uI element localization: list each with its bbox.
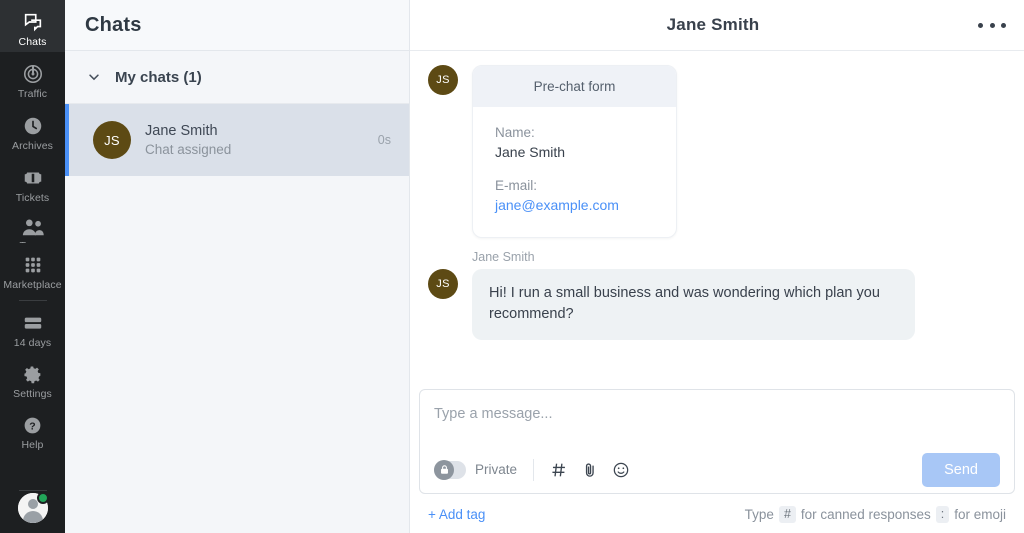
message-thread: JS Pre-chat form Name: Jane Smith E-mail…: [410, 51, 1024, 389]
message-row: JS Hi! I run a small business and was wo…: [410, 269, 1024, 340]
message-bubble: Hi! I run a small business and was wonde…: [472, 269, 915, 340]
prechat-field-label: E-mail:: [495, 178, 654, 193]
list-item[interactable]: JS Jane Smith Chat assigned 0s: [65, 104, 409, 176]
conversation-title: Jane Smith: [428, 15, 978, 35]
composer-wrapper: Type a message... Private: [410, 389, 1024, 533]
chat-list-header: Chats: [65, 0, 409, 51]
list-item-meta: Jane Smith Chat assigned: [145, 123, 378, 157]
message-input-placeholder[interactable]: Type a message...: [434, 406, 552, 422]
add-tag-button[interactable]: + Add tag: [428, 507, 485, 522]
dot: [990, 23, 995, 28]
prechat-form-card: Pre-chat form Name: Jane Smith E-mail: j…: [472, 65, 677, 238]
composer: Type a message... Private: [419, 389, 1015, 494]
rail-item-marketplace[interactable]: Marketplace: [0, 243, 65, 295]
rail-label-settings: Settings: [13, 388, 52, 400]
billing-card-icon: [22, 314, 44, 334]
toolbar-divider: [533, 459, 534, 481]
rail-label-marketplace: Marketplace: [3, 279, 61, 291]
chat-group-label: My chats (1): [115, 69, 202, 86]
rail-item-settings[interactable]: Settings: [0, 353, 65, 404]
avatar: JS: [428, 269, 458, 299]
question-mark-icon: ?: [22, 415, 43, 436]
rail-item-tickets[interactable]: Tickets: [0, 156, 65, 208]
team-people-icon: [21, 217, 45, 237]
canned-responses-icon[interactable]: [550, 461, 568, 479]
marketplace-grid-icon: [22, 254, 44, 276]
rail-label-archives: Archives: [12, 140, 53, 152]
list-item-timestamp: 0s: [378, 133, 391, 147]
chats-icon: [22, 11, 44, 33]
rail-profile-area: [0, 485, 65, 533]
prechat-email-link[interactable]: jane@example.com: [495, 197, 654, 213]
attachment-icon[interactable]: [581, 461, 599, 479]
prechat-field-email: E-mail: jane@example.com: [495, 178, 654, 213]
rail-item-trial[interactable]: 14 days: [0, 303, 65, 353]
hint-middle: for canned responses: [801, 507, 931, 522]
rail-item-help[interactable]: ? Help: [0, 404, 65, 455]
private-mode-label: Private: [475, 462, 517, 477]
rail-divider-2: [19, 490, 47, 491]
message-input-area[interactable]: Type a message...: [434, 390, 1000, 446]
message-sender-name: Jane Smith: [472, 250, 1024, 264]
dot: [1001, 23, 1006, 28]
emoji-icon[interactable]: [612, 461, 630, 479]
prechat-field-value: Jane Smith: [495, 144, 654, 160]
svg-text:?: ?: [29, 421, 35, 433]
chat-group-my-chats[interactable]: My chats (1): [65, 51, 409, 104]
chat-list-panel: Chats My chats (1) JS Jane Smith Chat as…: [65, 0, 410, 533]
ellipsis-icon[interactable]: [978, 14, 1006, 36]
rail-label-traffic: Traffic: [18, 88, 47, 100]
archives-clock-icon: [22, 115, 44, 137]
composer-toolbar: Private: [434, 446, 1000, 493]
avatar[interactable]: [18, 493, 48, 523]
prechat-form-body: Name: Jane Smith E-mail: jane@example.co…: [473, 107, 676, 237]
chevron-down-icon[interactable]: [87, 70, 101, 84]
live-chat-app: Chats Traffic Archives: [0, 0, 1024, 533]
toggle-track: [434, 461, 466, 479]
hint-prefix: Type: [745, 507, 774, 522]
prechat-field-name: Name: Jane Smith: [495, 125, 654, 160]
rail-label-trial: 14 days: [14, 337, 51, 349]
left-nav-rail: Chats Traffic Archives: [0, 0, 65, 533]
prechat-form-message: JS Pre-chat form Name: Jane Smith E-mail…: [410, 65, 1024, 238]
traffic-icon: [22, 63, 44, 85]
list-item-status: Chat assigned: [145, 142, 378, 157]
avatar: JS: [93, 121, 131, 159]
dot: [978, 23, 983, 28]
rail-label-chats: Chats: [19, 36, 47, 48]
lock-icon: [434, 460, 454, 480]
gear-icon: [22, 364, 43, 385]
hint-key-canned: #: [779, 506, 796, 523]
hint-key-emoji: :: [936, 506, 949, 523]
composer-hint: Type # for canned responses : for emoji: [745, 506, 1006, 523]
hint-suffix: for emoji: [954, 507, 1006, 522]
prechat-field-label: Name:: [495, 125, 654, 140]
avatar: JS: [428, 65, 458, 95]
status-badge: [37, 492, 49, 504]
rail-item-chats[interactable]: Chats: [0, 0, 65, 52]
page-title: Chats: [85, 14, 142, 37]
rail-label-help: Help: [22, 439, 44, 451]
tickets-icon: [22, 167, 44, 189]
rail-label-tickets: Tickets: [16, 192, 50, 204]
composer-footer: + Add tag Type # for canned responses : …: [419, 494, 1015, 527]
prechat-form-title: Pre-chat form: [473, 66, 676, 107]
list-item-name: Jane Smith: [145, 123, 378, 139]
send-button[interactable]: Send: [922, 453, 1000, 487]
conversation-header: Jane Smith: [410, 0, 1024, 51]
rail-item-archives[interactable]: Archives: [0, 104, 65, 156]
private-mode-toggle[interactable]: Private: [434, 461, 517, 479]
conversation-panel: Jane Smith JS Pre-chat form Name: Jane S…: [410, 0, 1024, 533]
rail-item-traffic[interactable]: Traffic: [0, 52, 65, 104]
rail-divider-1: [19, 300, 47, 301]
